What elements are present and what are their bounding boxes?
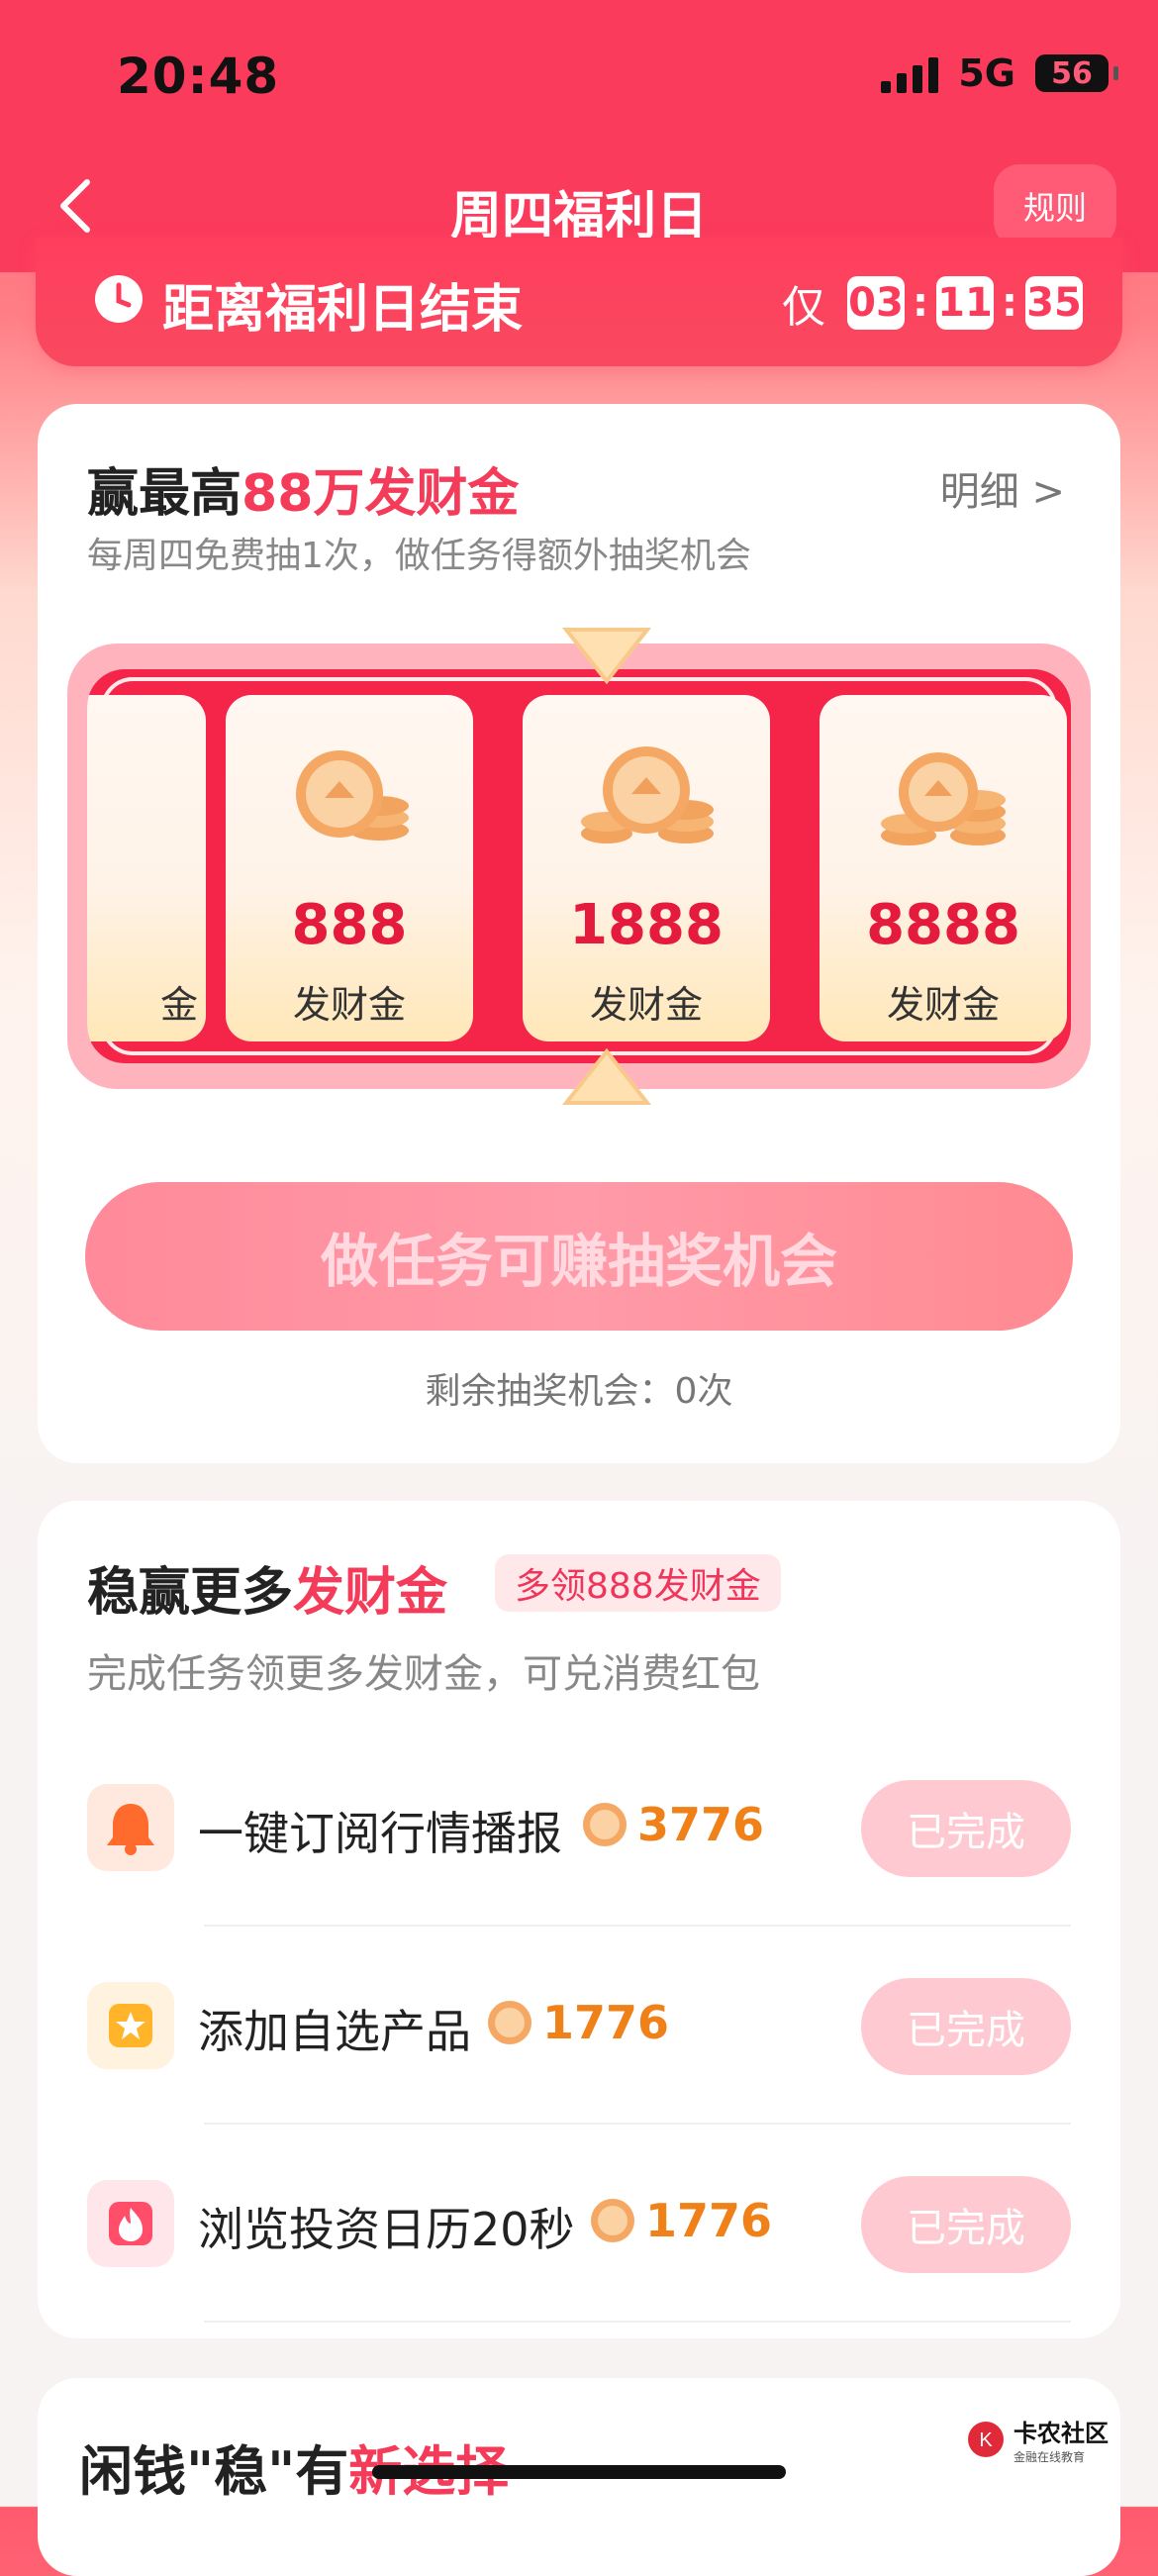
lottery-subtitle: 每周四免费抽1次，做任务得额外抽奖机会 [87, 536, 751, 576]
coin-icon [591, 2199, 634, 2242]
rules-button[interactable]: 规则 [994, 164, 1116, 248]
network-type: 5G [958, 51, 1015, 95]
task-row: 浏览投资日历20秒 1776 已完成 [38, 2125, 1120, 2323]
countdown-seconds: 35 [1025, 276, 1083, 330]
earn-chances-button[interactable]: 做任务可赚抽奖机会 [85, 1182, 1073, 1331]
battery-icon: 56 [1035, 54, 1118, 92]
task-name: 浏览投资日历20秒 [198, 2203, 575, 2256]
task-name: 添加自选产品 [198, 2005, 471, 2058]
home-indicator [372, 2465, 786, 2479]
prize-value: 8888 [866, 893, 1020, 957]
prize-card: 888 发财金 [226, 695, 473, 1041]
prize-unit: 发财金 [589, 983, 703, 1027]
coin-stack-icon [296, 750, 409, 841]
status-icons: 5G 56 [881, 51, 1118, 95]
tasks-subtitle: 完成任务领更多发财金，可兑消费红包 [87, 1651, 760, 1697]
countdown-prefix: 仅 [782, 282, 825, 333]
detail-link[interactable]: 明细 > [940, 459, 1065, 517]
tasks-card: 稳赢更多发财金 多领888发财金 完成任务领更多发财金，可兑消费红包 一键订阅行… [38, 1501, 1120, 2338]
countdown-banner: 距离福利日结束 仅 03 : 11 : 35 [36, 238, 1122, 366]
lottery-title: 赢最高88万发财金 [87, 464, 520, 524]
countdown-timer: 仅 03 : 11 : 35 [782, 271, 1083, 335]
task-name: 一键订阅行情播报 [198, 1807, 562, 1860]
star-icon [87, 1982, 174, 2069]
signal-icon [881, 53, 939, 93]
task-row: 一键订阅行情播报 3776 已完成 [38, 1729, 1120, 1927]
task-done-button[interactable]: 已完成 [861, 2176, 1071, 2273]
prize-reel: 金 888 发财金 1888 发财金 8888 发财金 [67, 628, 1091, 1105]
prize-unit: 发财金 [292, 983, 406, 1027]
tasks-title: 稳赢更多发财金 [87, 1563, 448, 1623]
clock-icon [95, 275, 143, 323]
task-reward: 1776 [588, 2194, 772, 2247]
watermark-logo-icon: K [968, 2422, 1004, 2457]
remaining-chances: 剩余抽奖机会：0次 [425, 1371, 733, 1412]
countdown-minutes: 11 [936, 276, 994, 330]
coin-stack-icon [881, 752, 1006, 845]
prize-value: 888 [291, 893, 408, 957]
watermark: K 卡农社区 金融在线教育 [966, 2414, 1109, 2465]
coin-icon [488, 2001, 531, 2044]
coin-icon [583, 1803, 627, 1846]
fire-icon [87, 2180, 174, 2267]
status-time: 20:48 [117, 48, 280, 105]
pointer-up-icon [562, 1047, 651, 1105]
svg-text:K: K [979, 2429, 993, 2451]
countdown-hours: 03 [847, 276, 905, 330]
prize-card: 金 [87, 695, 206, 1041]
task-reward: 1776 [485, 1996, 669, 2049]
coin-stack-icon [581, 746, 714, 843]
header-bar: 20:48 5G 56 周四福利日 规则 [0, 0, 1158, 272]
bell-icon [87, 1784, 174, 1871]
prize-unit: 发财金 [886, 983, 1000, 1027]
prize-card: 8888 发财金 [820, 695, 1067, 1041]
bonus-badge: 多领888发财金 [495, 1554, 781, 1612]
task-done-button[interactable]: 已完成 [861, 1978, 1071, 2075]
countdown-label: 距离福利日结束 [162, 280, 524, 340]
lottery-card: 赢最高88万发财金 明细 > 每周四免费抽1次，做任务得额外抽奖机会 金 888… [38, 404, 1120, 1463]
task-row: 添加自选产品 1776 已完成 [38, 1927, 1120, 2125]
task-done-button[interactable]: 已完成 [861, 1780, 1071, 1877]
pointer-down-icon [562, 628, 651, 685]
prize-value: 1888 [569, 893, 724, 957]
prize-card: 1888 发财金 [523, 695, 770, 1041]
task-reward: 3776 [580, 1798, 764, 1851]
